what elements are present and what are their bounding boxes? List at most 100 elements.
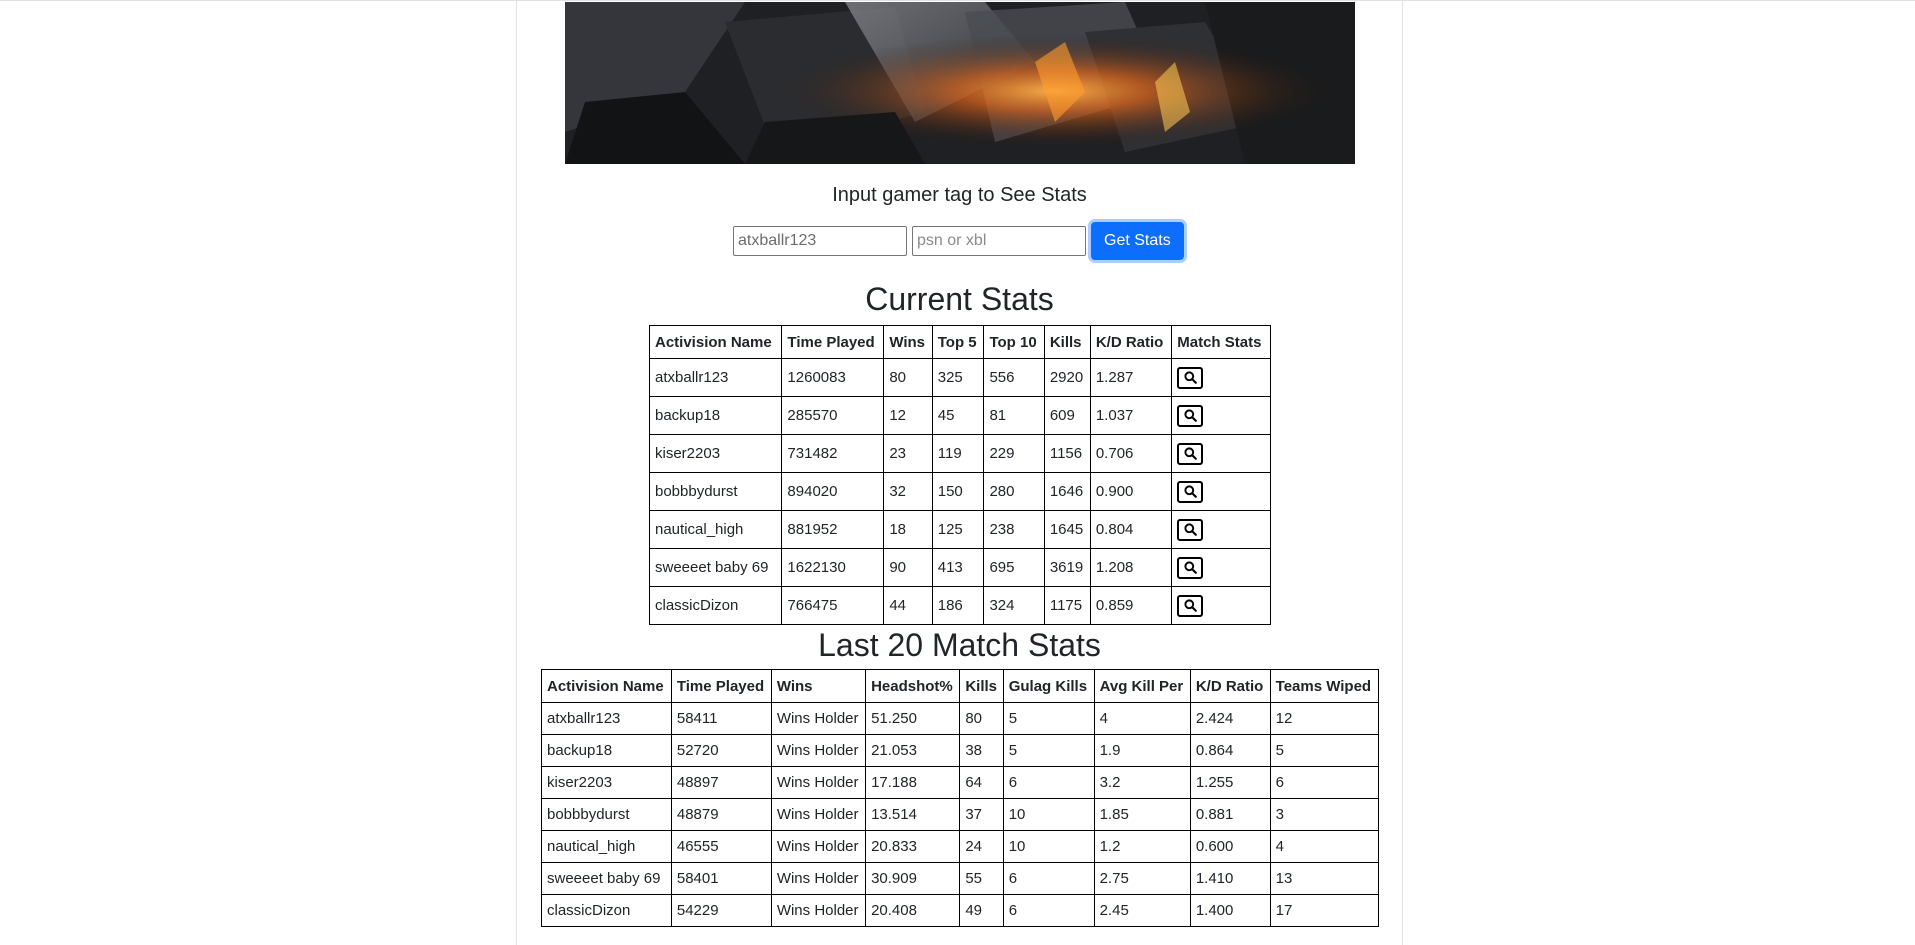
table-cell: 609 [1043, 396, 1091, 435]
table-cell: 20.833 [865, 830, 961, 863]
table-cell: 6 [1269, 766, 1380, 799]
table-cell: 766475 [781, 586, 885, 625]
table-cell: 285570 [781, 396, 885, 435]
table-cell: 5 [1002, 702, 1095, 735]
table-row: bobbbydurst 894020 32 150 280 1646 0.900 [648, 472, 1271, 511]
table-cell: 695 [983, 548, 1045, 587]
column-header: Teams Wiped [1269, 669, 1380, 703]
table-cell: 186 [931, 586, 985, 625]
table-cell: 2.45 [1093, 894, 1191, 927]
table-cell: 46555 [670, 830, 772, 863]
match-stats-cell [1171, 472, 1271, 511]
table-cell: 48879 [670, 798, 772, 831]
table-cell: sweeeet baby 69 [541, 862, 672, 895]
table-cell: 10 [1002, 798, 1095, 831]
last-match-stats-table: Activision Name Time Played Wins Headsho… [541, 669, 1380, 927]
match-stats-button[interactable] [1177, 556, 1204, 579]
search-icon [1184, 523, 1197, 536]
table-cell: 12 [1269, 702, 1380, 735]
table-cell: 30.909 [865, 862, 961, 895]
table-cell: 32 [883, 472, 933, 511]
table-cell: 17.188 [865, 766, 961, 799]
table-cell: 125 [931, 510, 985, 549]
table-cell: 80 [959, 702, 1004, 735]
current-stats-title: Current Stats [865, 281, 1054, 317]
column-header: Headshot% [865, 669, 961, 703]
table-cell: backup18 [541, 734, 672, 767]
table-cell: 4 [1269, 830, 1380, 863]
column-header: Top 10 [983, 325, 1045, 359]
table-row: sweeeet baby 69 1622130 90 413 695 3619 1.208 [648, 548, 1271, 587]
table-cell: atxballr123 [648, 358, 783, 397]
search-icon [1184, 447, 1197, 460]
match-stats-button[interactable] [1177, 480, 1204, 503]
table-cell: kiser2203 [541, 766, 672, 799]
table-row: classicDizon 766475 44 186 324 1175 0.859 [648, 586, 1271, 625]
table-header-row: Activision Name Time Played Wins Top 5 T… [648, 325, 1271, 359]
match-stats-button[interactable] [1177, 404, 1204, 427]
search-title: Input gamer tag to See Stats [832, 184, 1087, 206]
platform-input[interactable] [912, 226, 1086, 256]
table-cell: 49 [959, 894, 1004, 927]
table-row: backup18 285570 12 45 81 609 1.037 [648, 396, 1271, 435]
column-header: Wins [883, 325, 933, 359]
table-cell: 3619 [1043, 548, 1091, 587]
table-cell: 80 [883, 358, 933, 397]
table-cell: 6 [1002, 862, 1095, 895]
table-row: sweeeet baby 69 58401 Wins Holder 30.909 55 6… [541, 862, 1380, 895]
search-icon [1184, 409, 1197, 422]
get-stats-button[interactable]: Get Stats [1091, 222, 1184, 260]
search-icon [1184, 485, 1197, 498]
column-header: Activision Name [541, 669, 672, 703]
table-cell: 1.037 [1089, 396, 1173, 435]
match-stats-button[interactable] [1177, 442, 1204, 465]
column-header: Avg Kill Per [1093, 669, 1191, 703]
table-cell: 1646 [1043, 472, 1091, 511]
column-header: Kills [1043, 325, 1091, 359]
table-cell: atxballr123 [541, 702, 672, 735]
table-cell: 1.85 [1093, 798, 1191, 831]
table-cell: 64 [959, 766, 1004, 799]
table-cell: 0.881 [1189, 798, 1271, 831]
table-cell: 229 [983, 434, 1045, 473]
table-cell: 238 [983, 510, 1045, 549]
search-icon [1184, 371, 1197, 384]
table-cell: 13.514 [865, 798, 961, 831]
column-header: Kills [959, 669, 1004, 703]
table-cell: 48897 [670, 766, 772, 799]
table-row: atxballr123 1260083 80 325 556 2920 1.287 [648, 358, 1271, 397]
column-header: Time Played [781, 325, 885, 359]
table-cell: 1.400 [1189, 894, 1271, 927]
table-cell: 0.706 [1089, 434, 1173, 473]
table-cell: Wins Holder [770, 830, 867, 863]
table-cell: 1.410 [1189, 862, 1271, 895]
match-stats-button[interactable] [1177, 594, 1204, 617]
table-cell: 51.250 [865, 702, 961, 735]
gamertag-input[interactable] [733, 226, 907, 256]
table-cell: 90 [883, 548, 933, 587]
table-cell: 2.75 [1093, 862, 1191, 895]
table-cell: 58401 [670, 862, 772, 895]
table-cell: 5 [1002, 734, 1095, 767]
table-cell: 556 [983, 358, 1045, 397]
match-stats-button[interactable] [1177, 518, 1204, 541]
table-row: nautical_high 881952 18 125 238 1645 0.804 [648, 510, 1271, 549]
search-icon [1184, 599, 1197, 612]
table-cell: 0.859 [1089, 586, 1173, 625]
match-stats-cell [1171, 548, 1271, 587]
table-cell: 13 [1269, 862, 1380, 895]
match-stats-cell [1171, 434, 1271, 473]
column-header: Wins [770, 669, 867, 703]
table-row: atxballr123 58411 Wins Holder 51.250 80 5 4 2.4… [541, 702, 1380, 735]
table-cell: 881952 [781, 510, 885, 549]
table-cell: 1645 [1043, 510, 1091, 549]
table-row: classicDizon 54229 Wins Holder 20.408 49 6 2.4… [541, 894, 1380, 927]
table-cell: 54229 [670, 894, 772, 927]
table-cell: 0.864 [1189, 734, 1271, 767]
table-cell: Wins Holder [770, 702, 867, 735]
table-cell: 731482 [781, 434, 885, 473]
table-cell: 23 [883, 434, 933, 473]
table-cell: 1.255 [1189, 766, 1271, 799]
table-cell: 1.208 [1089, 548, 1173, 587]
match-stats-button[interactable] [1177, 366, 1204, 389]
